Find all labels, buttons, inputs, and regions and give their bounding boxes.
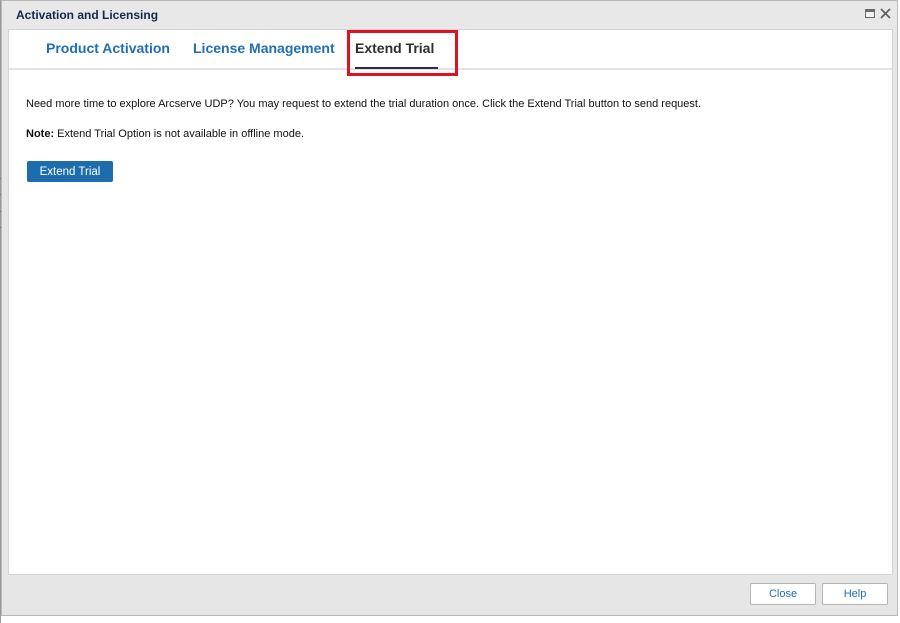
tab-license-management[interactable]: License Management xyxy=(193,40,335,56)
dialog-titlebar: Activation and Licensing xyxy=(2,1,897,29)
dialog-content: Product Activation License Management Ex… xyxy=(8,29,893,575)
titlebar-controls xyxy=(865,8,891,19)
tab-product-activation[interactable]: Product Activation xyxy=(46,40,170,56)
dialog-title: Activation and Licensing xyxy=(16,8,159,22)
highlight-annotation xyxy=(347,30,458,76)
restore-icon[interactable] xyxy=(865,8,876,19)
extend-trial-description: Need more time to explore Arcserve UDP? … xyxy=(26,98,702,110)
help-button[interactable]: Help xyxy=(822,583,888,605)
extend-trial-button[interactable]: Extend Trial xyxy=(27,161,113,182)
close-button[interactable]: Close xyxy=(750,583,816,605)
activation-dialog: Activation and Licensing Product Activat… xyxy=(1,0,898,616)
close-icon[interactable] xyxy=(880,8,891,19)
offline-note: Note: Extend Trial Option is not availab… xyxy=(26,128,304,140)
note-label: Note: xyxy=(26,128,55,140)
note-text: Extend Trial Option is not available in … xyxy=(54,128,304,140)
